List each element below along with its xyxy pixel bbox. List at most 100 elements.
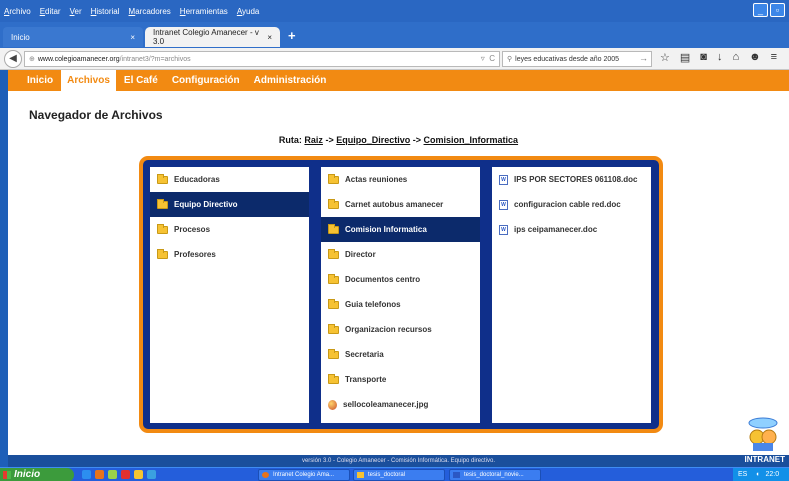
menu-item-herramientas[interactable]: Herramientas [180, 7, 228, 16]
new-tab-button[interactable]: + [288, 28, 296, 43]
file-item[interactable]: Guia telefonos [321, 292, 480, 317]
folder-icon [328, 173, 339, 184]
taskbar-button-word[interactable]: tesis_doctoral_novie... [449, 469, 541, 481]
tab-intranet[interactable]: Intranet Colegio Amanecer - v 3.0 × [145, 27, 280, 47]
url-bar[interactable]: ⊕ www.colegioamanecer.org /intranet3/?m=… [24, 51, 500, 67]
tab-inicio[interactable]: Inicio × [3, 27, 143, 47]
file-item[interactable]: Educadoras [150, 167, 309, 192]
file-browser: Educadoras Equipo Directivo Procesos Profes… [139, 156, 663, 433]
file-item[interactable]: Organizacion recursos [321, 317, 480, 342]
file-item[interactable]: Procesos [150, 217, 309, 242]
file-name: configuracion cable red.doc [514, 200, 621, 209]
file-item[interactable]: Transporte [321, 367, 480, 392]
page-title: Navegador de Archivos [29, 108, 163, 122]
file-item[interactable]: Wconfiguracion cable red.doc [492, 192, 651, 217]
taskbar-button-firefox[interactable]: Intranet Colegio Ama... [258, 469, 350, 481]
file-name: Organizacion recursos [345, 325, 432, 334]
file-name: Transporte [345, 375, 387, 384]
menu-bar: Archivo Editar Ver Historial Marcadores Herra… [0, 0, 789, 22]
menu-item-editar[interactable]: Editar [40, 7, 61, 16]
file-item[interactable]: Director [321, 242, 480, 267]
app-icon[interactable] [108, 470, 117, 479]
taskbar-label: tesis_doctoral_novie... [464, 472, 524, 478]
taskbar: Inicio Intranet Colegio Ama... tesis_doc… [0, 467, 789, 481]
file-item[interactable]: Actas reuniones [321, 167, 480, 192]
breadcrumb-comision-informatica[interactable]: Comision_Informatica [424, 135, 519, 145]
folder-icon [328, 223, 339, 234]
file-item[interactable]: Carnet autobus amanecer [321, 192, 480, 217]
search-go-icon[interactable]: → [639, 53, 648, 63]
close-icon[interactable]: × [130, 33, 135, 42]
pocket-icon[interactable]: ◙ [700, 51, 707, 64]
file-name: Actas reuniones [345, 175, 408, 184]
quick-launch [82, 470, 156, 479]
window-controls: _ ▫ [753, 3, 785, 17]
file-column: W IPS POR SECTORES 061108.doc Wconfiguraci… [492, 167, 651, 423]
menu-icon[interactable]: ≡ [771, 51, 777, 64]
minimize-button[interactable]: _ [753, 3, 768, 17]
file-name: Secretaria [345, 350, 384, 359]
language-indicator[interactable]: ES [738, 471, 747, 478]
file-item[interactable]: Secretaria [321, 342, 480, 367]
folder-icon [328, 323, 339, 334]
file-name: IPS POR SECTORES 061108.doc [514, 175, 638, 184]
file-item[interactable]: Comision Informatica [321, 217, 480, 242]
restore-button[interactable]: ▫ [770, 3, 785, 17]
footer-text: versión 3.0 - Colegio Amanecer - Comisió… [8, 455, 789, 467]
menu-item-marcadores[interactable]: Marcadores [129, 7, 171, 16]
folder-icon [328, 373, 339, 384]
taskbar-label: Intranet Colegio Ama... [273, 472, 335, 478]
file-item[interactable]: Wips ceipamanecer.doc [492, 217, 651, 242]
breadcrumb-sep: -> [412, 135, 422, 145]
chat-icon[interactable]: ☻ [749, 51, 761, 64]
app-icon[interactable] [95, 470, 104, 479]
file-item[interactable]: Profesores [150, 242, 309, 267]
folder-icon [357, 472, 364, 478]
file-item[interactable]: Equipo Directivo [150, 192, 309, 217]
image-icon [328, 399, 337, 410]
app-icon[interactable] [121, 470, 130, 479]
file-item[interactable]: Documentos centro [321, 267, 480, 292]
taskbar-button-folder[interactable]: tesis_doctoral [353, 469, 445, 481]
search-bar[interactable]: ⚲ leyes educativas desde año 2005 → [502, 51, 652, 67]
file-item[interactable]: sellocoleamanecer.jpg [321, 392, 480, 417]
nav-item-inicio[interactable]: Inicio [21, 70, 59, 91]
site-nav: Inicio Archivos El Café Configuración Admini… [8, 70, 789, 91]
menu-item-archivo[interactable]: Archivo [4, 7, 31, 16]
menu-item-ayuda[interactable]: Ayuda [237, 7, 260, 16]
reload-icon[interactable]: ▿ C [481, 54, 495, 63]
toolbar-icons: ☆ ▤ ◙ ↓ ⌂ ☻ ≡ [660, 51, 777, 64]
doc-icon: W [499, 199, 508, 210]
nav-item-administracin[interactable]: Administración [248, 70, 333, 91]
app-icon[interactable] [82, 470, 91, 479]
home-icon[interactable]: ⌂ [732, 51, 739, 64]
clock: 22:0 [765, 471, 780, 478]
file-name: Carnet autobus amanecer [345, 200, 444, 209]
breadcrumb-raiz[interactable]: Raiz [304, 135, 323, 145]
download-icon[interactable]: ↓ [717, 51, 723, 64]
nav-item-archivos[interactable]: Archivos [61, 70, 116, 91]
file-column: Educadoras Equipo Directivo Procesos Profes… [150, 167, 309, 423]
file-item[interactable]: W IPS POR SECTORES 061108.doc [492, 167, 651, 192]
breadcrumb-label: Ruta: [278, 135, 302, 145]
nav-item-configuracin[interactable]: Configuración [166, 70, 246, 91]
file-name: sellocoleamanecer.jpg [343, 400, 429, 409]
file-name: Procesos [174, 225, 211, 234]
back-arrow-icon[interactable]: ◀ [4, 50, 22, 68]
tab-label: Intranet Colegio Amanecer - v 3.0 [153, 28, 259, 46]
mascot-logo [748, 417, 778, 451]
reading-list-icon[interactable]: ▤ [680, 51, 690, 64]
bookmark-star-icon[interactable]: ☆ [660, 51, 670, 64]
close-icon[interactable]: × [267, 33, 272, 42]
tray-icon[interactable]: ◖ [755, 471, 759, 478]
menu-item-historial[interactable]: Historial [91, 7, 120, 16]
breadcrumb-equipo-directivo[interactable]: Equipo_Directivo [336, 135, 410, 145]
windows-flag-icon [3, 471, 11, 479]
start-button[interactable]: Inicio [0, 468, 74, 481]
app-icon[interactable] [134, 470, 143, 479]
app-icon[interactable] [147, 470, 156, 479]
menu-item-ver[interactable]: Ver [70, 7, 82, 16]
search-icon: ⚲ [507, 56, 513, 63]
tab-label: Inicio [11, 32, 30, 42]
nav-item-elcaf[interactable]: El Café [118, 70, 164, 91]
